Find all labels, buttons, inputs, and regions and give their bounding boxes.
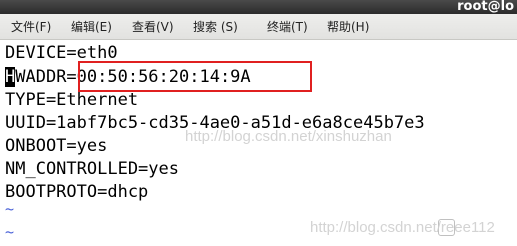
terminal-line-nm-controlled: NM_CONTROLLED=yes	[5, 159, 179, 179]
menu-search[interactable]: 搜索 (S)	[191, 19, 240, 35]
watermark-text: http://blog.csdn.net/xinshuzhan	[185, 128, 392, 145]
terminal-line-onboot: ONBOOT=yes	[5, 136, 108, 156]
menu-view[interactable]: 查看(V)	[130, 19, 176, 35]
menu-terminal[interactable]: 终端(T)	[265, 19, 310, 35]
window-title: root@lo	[457, 0, 514, 14]
terminal-line-bootproto: BOOTPROTO=dhcp	[5, 182, 149, 202]
text-cursor: H	[5, 67, 16, 87]
terminal-line-type: TYPE=Ethernet	[5, 90, 139, 110]
menu-help[interactable]: 帮助(H)	[325, 19, 371, 35]
window-titlebar: root@lo	[0, 0, 517, 14]
empty-line-tilde: ~	[5, 223, 15, 241]
watermark-text: http://blog.csdn.net/reee112	[310, 219, 495, 236]
menu-edit[interactable]: 编辑(E)	[69, 19, 114, 35]
menu-bar: 文件(F) 编辑(E) 查看(V) 搜索 (S) 终端(T) 帮助(H)	[0, 14, 517, 40]
empty-line-tilde: ~	[5, 200, 15, 218]
menu-file[interactable]: 文件(F)	[9, 19, 53, 35]
mac-address-highlight-box	[78, 61, 312, 92]
